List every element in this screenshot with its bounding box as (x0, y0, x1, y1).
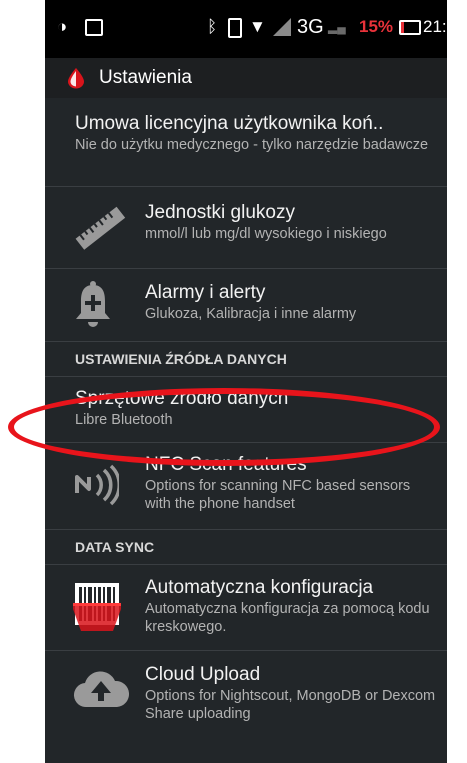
settings-item-summary: Nie do użytku medycznego - tylko narzędz… (75, 137, 429, 153)
bluetooth-icon: ᛒ (207, 17, 218, 36)
settings-item-title: Umowa licencyjna użytkownika koń.. (75, 113, 384, 134)
settings-item-auto-configuration[interactable]: Automatyczna konfiguracja Automatyczna k… (45, 565, 447, 651)
status-bar: ◑ ᛒ ▼ 3G ▂▄ 15% 21:36 (45, 0, 447, 58)
settings-item-title: Automatyczna konfiguracja (145, 577, 374, 598)
settings-item-alarms[interactable]: Alarmy i alerty Glukoza, Kalibracja i in… (45, 269, 447, 342)
wifi-icon: ▼ (249, 17, 266, 36)
settings-item-title: Alarmy i alerty (145, 282, 266, 303)
battery-icon (399, 20, 421, 35)
cell-signal-bars-icon: ▂▄ (328, 20, 346, 34)
nfc-icon (75, 464, 119, 506)
settings-item-cloud-upload[interactable]: Cloud Upload Options for Nightscout, Mon… (45, 651, 447, 737)
highlight-ellipse (8, 388, 440, 466)
bell-plus-icon (76, 281, 110, 327)
settings-item-title: Jednostki glukozy (145, 202, 295, 223)
battery-percent: 15% (359, 17, 394, 36)
settings-item-license[interactable]: Umowa licencyjna użytkownika koń.. Nie d… (45, 98, 447, 187)
settings-item-summary: Options for Nightscout, MongoDB or Dexco… (145, 688, 436, 722)
ruler-icon (75, 206, 126, 250)
vibrate-icon (228, 18, 242, 38)
droplet-icon (68, 68, 84, 89)
image-icon (85, 19, 103, 36)
clock: 21:36 (423, 17, 447, 36)
section-header-data-sync: DATA SYNC (45, 530, 447, 565)
settings-item-summary: mmol/l lub mg/dl wysokiego i niskiego (145, 226, 387, 242)
settings-item-title: Cloud Upload (145, 664, 261, 685)
half-circle-icon: ◑ (57, 17, 68, 36)
section-header-data-source: USTAWIENIA ŹRÓDŁA DANYCH (45, 342, 447, 377)
page-title: Ustawienia (99, 67, 192, 88)
app-toolbar: Ustawienia (45, 58, 447, 98)
network-type-label: 3G (297, 16, 324, 38)
settings-item-glucose-units[interactable]: Jednostki glukozy mmol/l lub mg/dl wysok… (45, 187, 447, 269)
settings-item-summary: Automatyczna konfiguracja za pomocą kodu… (145, 601, 430, 635)
cloud-upload-icon (74, 671, 129, 708)
cell-signal-icon (273, 18, 291, 36)
phone-screen: ◑ ᛒ ▼ 3G ▂▄ 15% 21:36 Ustawienia Umowa l… (45, 0, 447, 763)
barcode-scan-icon (73, 583, 121, 631)
settings-item-summary: Glukoza, Kalibracja i inne alarmy (145, 306, 357, 322)
settings-item-summary: Options for scanning NFC based sensors w… (145, 478, 411, 512)
